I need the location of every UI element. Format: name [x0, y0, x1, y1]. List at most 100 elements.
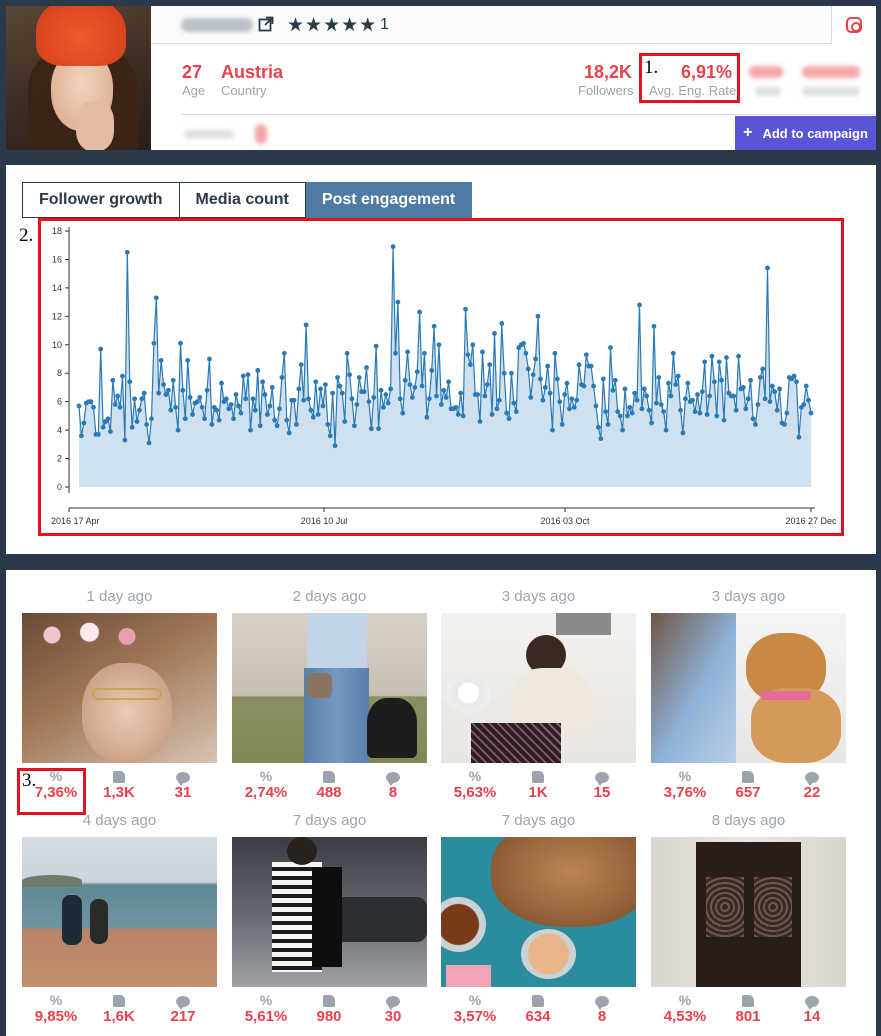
data-point	[81, 420, 87, 426]
data-point	[352, 423, 357, 429]
post-image[interactable]	[22, 613, 217, 763]
data-point	[733, 407, 739, 413]
post-comments-value: 8	[388, 784, 398, 801]
data-point	[257, 423, 263, 429]
data-point	[255, 367, 261, 373]
data-point	[625, 413, 630, 419]
y-tick-label: 18	[52, 226, 62, 236]
blurred-username[interactable]	[181, 18, 253, 32]
data-point	[76, 403, 82, 409]
comment-icon	[805, 995, 819, 1010]
data-point	[204, 387, 210, 393]
data-point	[463, 306, 468, 312]
data-point	[274, 423, 280, 429]
avatar[interactable]	[6, 6, 151, 150]
y-tick-label: 2	[57, 454, 62, 464]
data-point	[736, 353, 741, 359]
data-point	[765, 265, 770, 271]
data-point	[238, 410, 244, 416]
post-image[interactable]	[441, 613, 636, 763]
data-point	[745, 396, 751, 402]
data-point	[153, 295, 159, 301]
post-image[interactable]	[441, 837, 636, 987]
tab-media-count[interactable]: Media count	[179, 182, 306, 218]
data-point	[533, 356, 538, 362]
post-image[interactable]	[232, 837, 427, 987]
data-point	[550, 427, 555, 433]
data-point	[564, 380, 570, 386]
data-point	[323, 382, 328, 387]
thumbs-up-icon	[742, 995, 754, 1008]
data-point	[115, 393, 121, 399]
add-to-campaign-button[interactable]: + Add to campaign	[735, 116, 876, 150]
data-point	[480, 349, 485, 355]
data-point	[620, 427, 625, 433]
post-image[interactable]	[651, 613, 846, 763]
post-likes-value: 1,3K	[103, 784, 135, 801]
data-point	[731, 393, 737, 399]
tab-instagram[interactable]	[831, 6, 876, 44]
post-eng-rate: % 5,61%	[236, 992, 296, 1026]
data-point	[151, 340, 157, 346]
post-likes: 1K	[508, 768, 568, 802]
data-point	[122, 437, 128, 443]
marker-2: 2.	[19, 225, 34, 246]
data-point	[330, 390, 336, 396]
data-point	[260, 379, 265, 385]
data-point	[784, 410, 790, 416]
tab-follower-growth[interactable]: Follower growth	[22, 182, 180, 218]
data-point	[704, 412, 710, 417]
comment-icon	[386, 995, 400, 1010]
thumbs-up-icon	[532, 995, 544, 1008]
instagram-icon	[846, 17, 862, 33]
data-point	[248, 427, 253, 433]
data-point	[470, 342, 476, 348]
data-point	[567, 406, 572, 412]
data-point	[559, 422, 565, 427]
data-point	[487, 362, 493, 368]
engagement-chart[interactable]: 0 2 4 6 8 10 12 14 16 18 2016 17 Apr 2016 10 Jul 201…	[39, 219, 839, 531]
profile-card: ★★★★★ 1 27 Age Austria Country 18,2K Fol…	[6, 6, 876, 150]
data-point	[409, 395, 415, 400]
data-point	[395, 299, 401, 305]
data-point	[678, 407, 683, 413]
data-point	[368, 426, 374, 432]
blurred-cpm-value	[749, 66, 783, 78]
data-point	[477, 419, 483, 424]
add-to-campaign-label: Add to campaign	[762, 125, 868, 141]
data-point	[182, 416, 188, 422]
post-comments-value: 31	[174, 784, 192, 801]
post-image[interactable]	[651, 837, 846, 987]
data-point	[110, 377, 116, 383]
data-point	[390, 244, 396, 250]
data-point	[202, 416, 208, 422]
post-image[interactable]	[22, 837, 217, 987]
post-comments: 14	[782, 992, 842, 1026]
data-point	[455, 412, 461, 417]
data-point	[525, 366, 531, 372]
data-point	[407, 382, 413, 387]
blurred-price-label	[802, 87, 860, 96]
post-image[interactable]	[232, 613, 427, 763]
data-point	[634, 397, 640, 403]
data-point	[501, 370, 507, 376]
data-point	[308, 407, 314, 413]
rating-count: 1	[380, 16, 389, 33]
post-likes: 980	[299, 992, 359, 1026]
data-point	[612, 377, 618, 383]
data-point	[562, 392, 567, 397]
data-point	[284, 417, 290, 423]
data-point	[223, 396, 229, 402]
post-likes: 801	[718, 992, 778, 1026]
post-comments-value: 8	[597, 1008, 607, 1025]
external-link-icon[interactable]	[258, 16, 274, 32]
tab-post-engagement[interactable]: Post engagement	[305, 182, 473, 218]
post-comments-value: 22	[803, 784, 821, 801]
data-point	[156, 390, 162, 396]
data-point	[721, 417, 727, 423]
data-point	[124, 249, 130, 255]
thumbs-up-icon	[323, 771, 335, 784]
data-point	[791, 373, 797, 379]
percent-icon: %	[468, 992, 482, 1008]
post-eng-rate: % 4,53%	[655, 992, 715, 1026]
